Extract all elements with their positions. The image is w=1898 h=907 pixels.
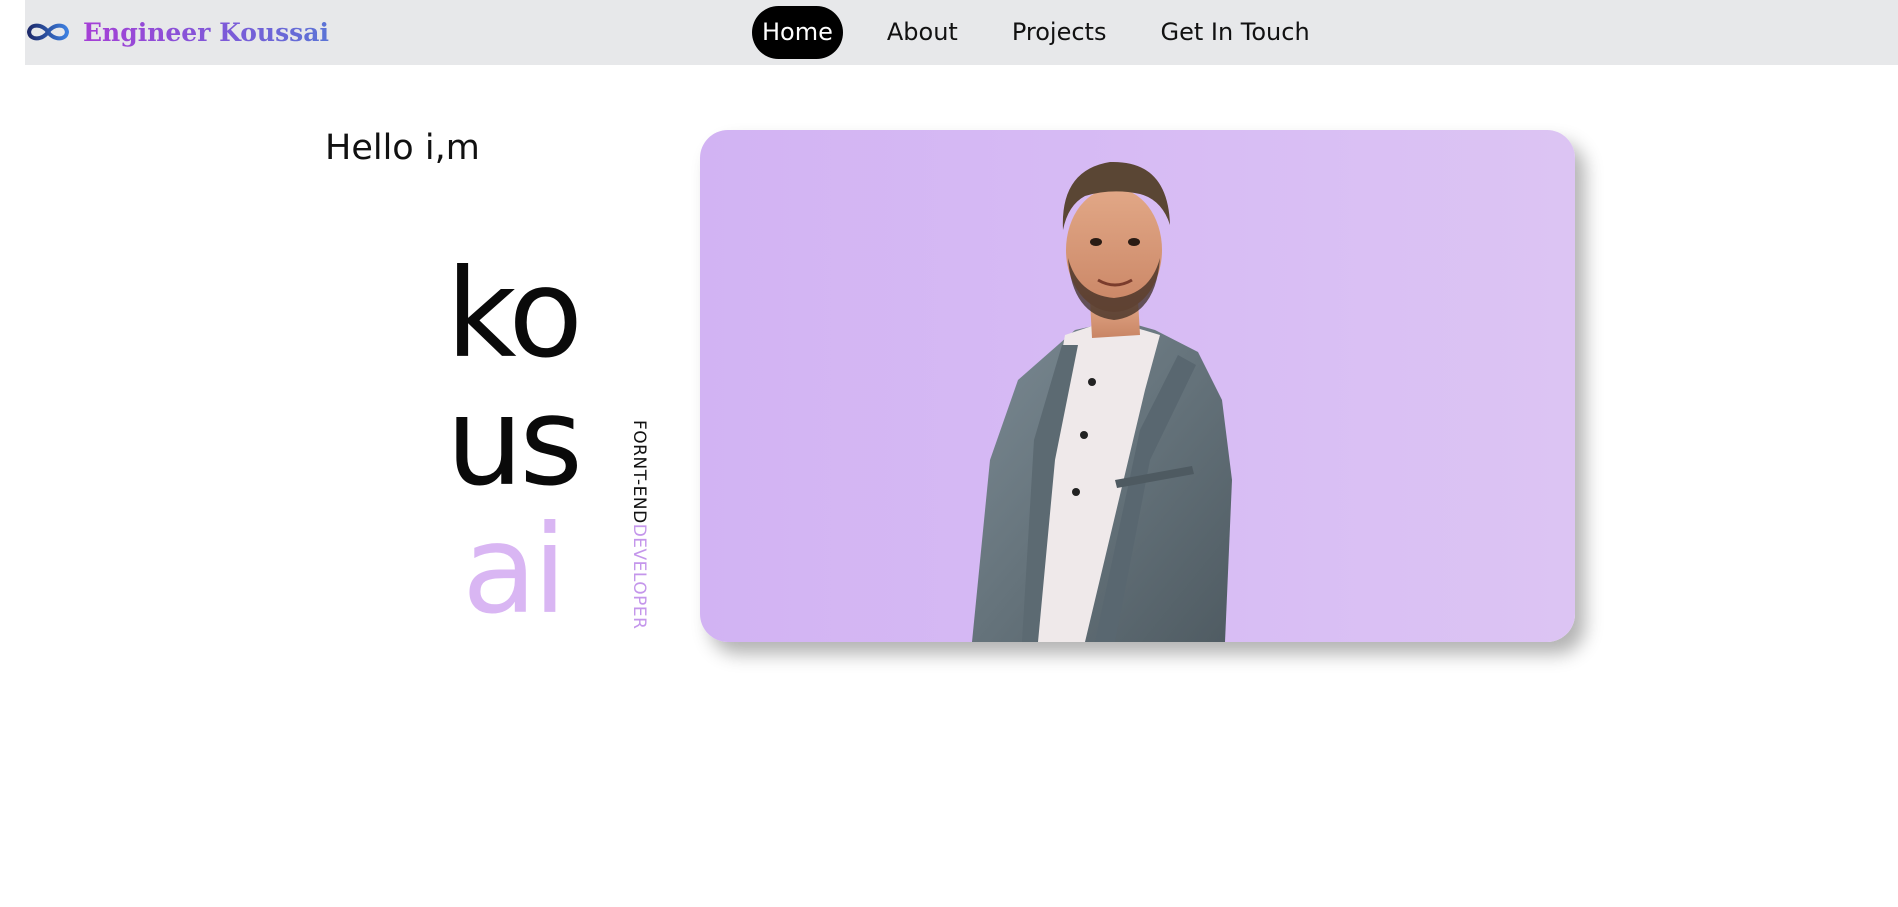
role-label: FORNT-ENDDEVELOPER: [626, 420, 652, 629]
brand[interactable]: Engineer Koussai: [25, 14, 329, 50]
navbar: Engineer Koussai Home About Projects Get…: [25, 0, 1898, 65]
greeting-text: Hello i,m: [325, 128, 480, 168]
brand-name: Engineer Koussai: [83, 17, 329, 47]
portrait-photo: [700, 130, 1575, 642]
infinity-icon: [25, 14, 71, 50]
name-part-2: us: [446, 371, 583, 513]
nav-about[interactable]: About: [877, 6, 968, 59]
name-stack: ko us ai: [420, 250, 605, 634]
name-part-3: ai: [462, 499, 567, 641]
name-part-1: ko: [446, 243, 583, 385]
nav-links: Home About Projects Get In Touch: [752, 6, 1354, 59]
role-label-part2: DEVELOPER: [629, 523, 649, 630]
portrait-illustration: [972, 161, 1232, 642]
nav-projects[interactable]: Projects: [1002, 6, 1117, 59]
nav-home[interactable]: Home: [752, 6, 843, 59]
role-label-part1: FORNT-END: [629, 420, 649, 524]
nav-get-in-touch[interactable]: Get In Touch: [1150, 6, 1319, 59]
